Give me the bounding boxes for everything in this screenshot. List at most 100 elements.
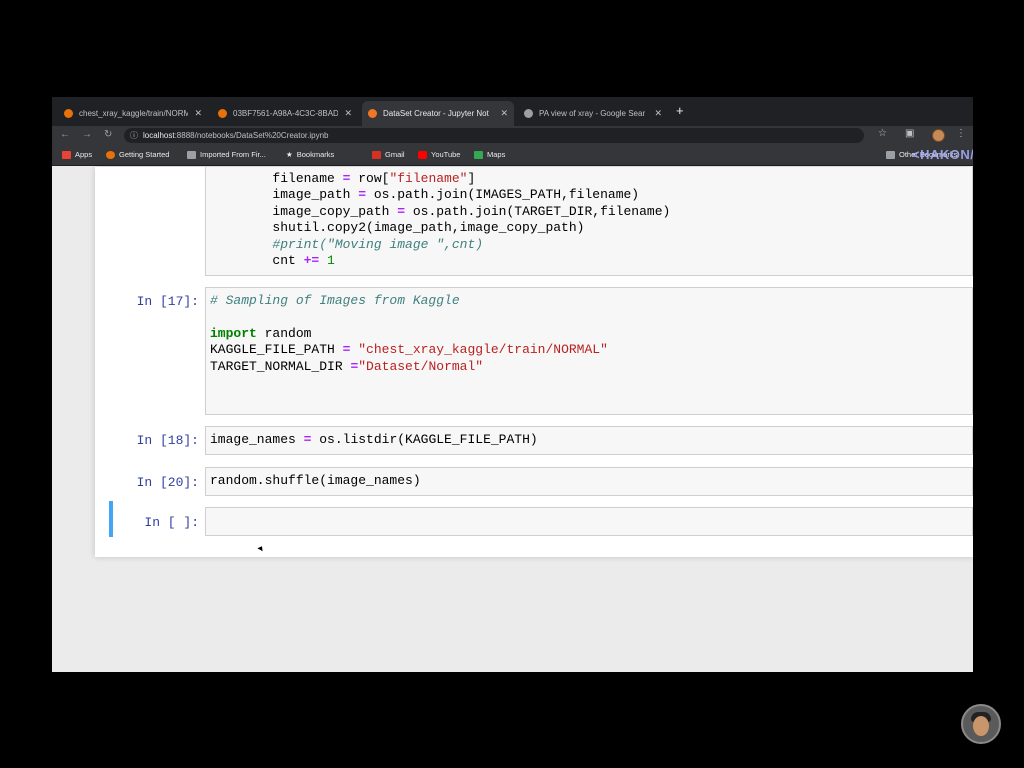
code-token: TARGET_NORMAL_DIR — [210, 358, 351, 374]
bookmark-gmail[interactable]: Gmail — [372, 150, 405, 159]
jupyter-favicon-icon — [218, 109, 227, 118]
code-cell-input[interactable]: random.shuffle(image_names) — [205, 467, 973, 496]
apps-icon — [62, 150, 71, 159]
code-cell-input[interactable] — [205, 507, 973, 536]
code-token: image_copy_path — [210, 203, 398, 219]
browser-toolbar: ← → ↻ ⓘ localhost :8888/notebooks/DataSe… — [52, 126, 973, 145]
code-line: image_names = os.listdir(KAGGLE_FILE_PAT… — [210, 432, 538, 448]
close-tab-icon[interactable]: ✕ — [500, 108, 508, 119]
code-token: ] — [467, 171, 476, 186]
code-line: random.shuffle(image_names) — [210, 473, 421, 489]
extension-icon[interactable]: ▣ — [905, 128, 914, 139]
hakon-logo-watermark: <HAKON/> — [912, 147, 973, 162]
folder-icon — [886, 150, 895, 159]
google-favicon-icon — [524, 109, 533, 118]
tab-label: 03BF7561-A98A-4C3C-8BAD — [233, 109, 339, 118]
bookmark-maps[interactable]: Maps — [474, 150, 505, 159]
tab-label: chest_xray_kaggle/train/NORM — [79, 109, 189, 118]
tab-image-file[interactable]: 03BF7561-A98A-4C3C-8BAD ✕ — [212, 101, 358, 126]
code-line: #print("Moving image ",cnt) — [210, 237, 670, 253]
code-line: image_path = os.path.join(IMAGES_PATH,fi… — [210, 187, 670, 203]
code-line: # Sampling of Images from Kaggle — [210, 293, 608, 309]
code-cell-input[interactable]: filename = row["filename"] image_path = … — [205, 167, 973, 276]
presenter-webcam — [961, 704, 1001, 744]
forward-icon[interactable]: → — [82, 129, 92, 140]
input-prompt-empty: In [ ]: — [144, 515, 199, 530]
selected-cell-indicator — [109, 501, 113, 537]
tab-label: PA view of xray - Google Sear — [539, 109, 646, 118]
code-token: image_names — [210, 432, 304, 447]
code-cell-input[interactable]: image_names = os.listdir(KAGGLE_FILE_PAT… — [205, 426, 973, 455]
reload-icon[interactable]: ↻ — [104, 129, 112, 140]
code-token: filename — [210, 171, 343, 186]
code-token: import — [210, 325, 257, 341]
info-icon[interactable]: ⓘ — [130, 130, 138, 141]
input-prompt-17: In [17]: — [136, 294, 199, 309]
bookmark-bookmarks[interactable]: ★ Bookmarks — [286, 150, 334, 159]
webcam-face — [973, 716, 989, 736]
back-icon[interactable]: ← — [60, 129, 70, 140]
code-line: TARGET_NORMAL_DIR ="Dataset/Normal" — [210, 359, 608, 375]
code-token: os.path.join(TARGET_DIR,filename) — [405, 203, 671, 219]
tab-label: DataSet Creator - Jupyter Not — [383, 109, 489, 118]
code-token: random.shuffle(image_names) — [210, 473, 421, 488]
address-bar[interactable]: ⓘ localhost :8888/notebooks/DataSet%20Cr… — [124, 128, 864, 143]
code-cell-input[interactable]: # Sampling of Images from Kaggle import r… — [205, 287, 973, 415]
code-line: filename = row["filename"] — [210, 171, 670, 187]
star-icon: ★ — [286, 150, 293, 159]
bookmarks-bar: Apps Getting Started Imported From Fir..… — [52, 145, 973, 166]
code-token: KAGGLE_FILE_PATH — [210, 342, 343, 358]
close-tab-icon[interactable]: ✕ — [654, 108, 662, 119]
bookmark-youtube[interactable]: YouTube — [418, 150, 460, 159]
firefox-icon — [106, 150, 115, 159]
code-token: random — [256, 325, 312, 341]
new-tab-button[interactable]: + — [676, 103, 684, 118]
address-host: localhost — [143, 131, 175, 140]
star-icon[interactable]: ☆ — [878, 128, 887, 139]
code-token: row[ — [350, 171, 390, 186]
code-line: cnt += 1 — [210, 253, 670, 269]
code-token: = — [358, 187, 367, 203]
bookmark-getting-started[interactable]: Getting Started — [106, 150, 169, 159]
close-tab-icon[interactable]: ✕ — [194, 108, 202, 119]
bookmark-apps[interactable]: Apps — [62, 150, 92, 159]
code-line: import random — [210, 326, 608, 342]
jupyter-favicon-icon — [64, 109, 73, 118]
code-editor[interactable]: random.shuffle(image_names) — [210, 473, 421, 489]
notebook-container: filename = row["filename"] image_path = … — [95, 167, 973, 557]
youtube-icon — [418, 150, 427, 159]
code-token: cnt — [210, 252, 304, 268]
code-token: 1 — [327, 252, 335, 268]
tab-chest-xray[interactable]: chest_xray_kaggle/train/NORM ✕ — [58, 101, 208, 126]
tab-dataset-creator[interactable]: DataSet Creator - Jupyter Not ✕ — [362, 101, 514, 126]
code-token: # Sampling of Images from Kaggle — [210, 293, 460, 308]
close-tab-icon[interactable]: ✕ — [344, 108, 352, 119]
tab-google-search[interactable]: PA view of xray - Google Sear ✕ — [518, 101, 668, 126]
code-token: += — [303, 252, 320, 268]
code-token: #print("Moving image ",cnt) — [272, 236, 484, 252]
code-line: image_copy_path = os.path.join(TARGET_DI… — [210, 204, 670, 220]
jupyter-favicon-icon — [368, 109, 377, 118]
code-token: = — [397, 203, 406, 219]
maps-icon — [474, 150, 483, 159]
code-token: "filename" — [389, 171, 468, 186]
code-line: KAGGLE_FILE_PATH = "chest_xray_kaggle/tr… — [210, 342, 608, 358]
profile-avatar[interactable] — [932, 129, 945, 142]
folder-icon — [187, 150, 196, 159]
code-token: os.listdir(KAGGLE_FILE_PATH) — [311, 432, 538, 447]
code-line: shutil.copy2(image_path,image_copy_path) — [210, 220, 670, 236]
address-path: :8888/notebooks/DataSet%20Creator.ipynb — [174, 131, 329, 140]
browser-window: chest_xray_kaggle/train/NORM ✕ 03BF7561-… — [52, 97, 973, 672]
code-editor[interactable]: image_names = os.listdir(KAGGLE_FILE_PAT… — [210, 432, 538, 448]
input-prompt-20: In [20]: — [136, 475, 199, 490]
code-token: shutil.copy2(image_path,image_copy_path) — [210, 220, 585, 236]
input-prompt-18: In [18]: — [136, 433, 199, 448]
menu-icon[interactable]: ⋮ — [956, 128, 966, 139]
code-editor[interactable]: # Sampling of Images from Kaggle import r… — [210, 293, 608, 375]
code-token: "Dataset/Normal" — [358, 358, 484, 374]
code-editor[interactable]: filename = row["filename"] image_path = … — [210, 171, 670, 269]
bookmark-imported[interactable]: Imported From Fir... — [187, 150, 266, 159]
